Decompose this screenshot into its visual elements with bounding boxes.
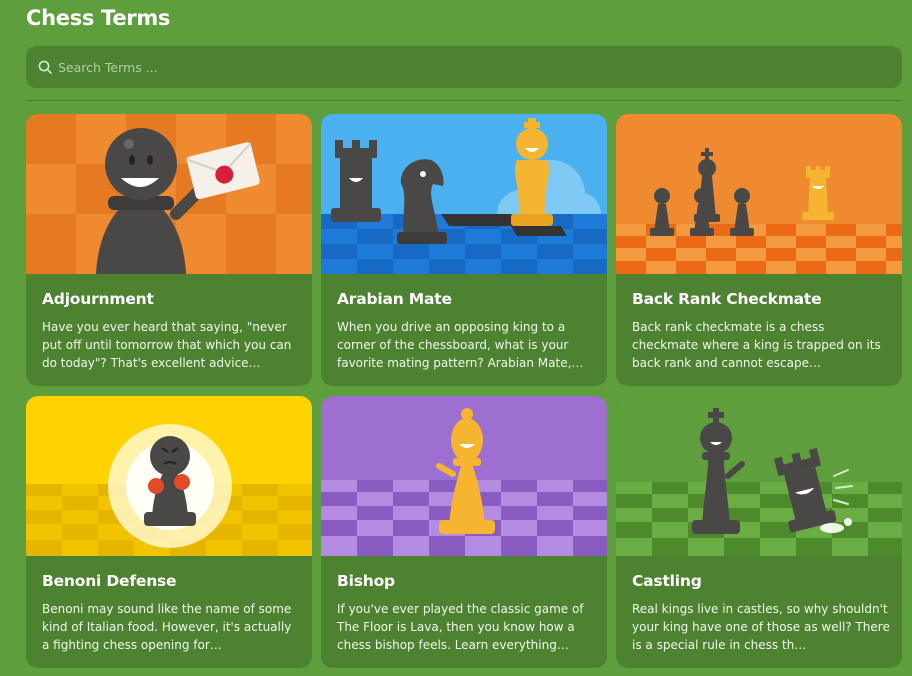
term-card-castling[interactable]: Castling Real kings live in castles, so … [616, 396, 902, 668]
search-bar[interactable] [26, 46, 902, 88]
divider [26, 100, 902, 101]
card-title: Back Rank Checkmate [632, 290, 822, 308]
term-card-arabian-mate[interactable]: Arabian Mate When you drive an opposing … [321, 114, 607, 386]
card-description: When you drive an opposing king to a cor… [337, 320, 584, 370]
castling-illustration [616, 396, 902, 556]
search-icon [38, 60, 52, 74]
benoni-defense-illustration [26, 396, 312, 556]
term-card-benoni-defense[interactable]: Benoni Defense Benoni may sound like the… [26, 396, 312, 668]
card-description: Back rank checkmate is a chess checkmate… [632, 320, 881, 370]
card-title: Benoni Defense [42, 572, 177, 590]
back-rank-checkmate-illustration [616, 114, 902, 274]
card-title: Adjournment [42, 290, 154, 308]
card-description: Benoni may sound like the name of some k… [42, 602, 292, 652]
term-card-bishop[interactable]: Bishop If you've ever played the classic… [321, 396, 607, 668]
card-description: If you've ever played the classic game o… [337, 602, 584, 652]
card-description: Real kings live in castles, so why shoul… [632, 602, 890, 652]
card-title: Castling [632, 572, 702, 590]
adjournment-illustration [26, 114, 312, 274]
bishop-illustration [321, 396, 607, 556]
card-description: Have you ever heard that saying, "never … [42, 320, 292, 370]
page-title: Chess Terms [26, 6, 171, 30]
term-card-adjournment[interactable]: Adjournment Have you ever heard that say… [26, 114, 312, 386]
arabian-mate-illustration [321, 114, 607, 274]
search-input[interactable] [58, 59, 878, 75]
card-title: Arabian Mate [337, 290, 452, 308]
card-title: Bishop [337, 572, 395, 590]
term-card-back-rank-checkmate[interactable]: Back Rank Checkmate Back rank checkmate … [616, 114, 902, 386]
